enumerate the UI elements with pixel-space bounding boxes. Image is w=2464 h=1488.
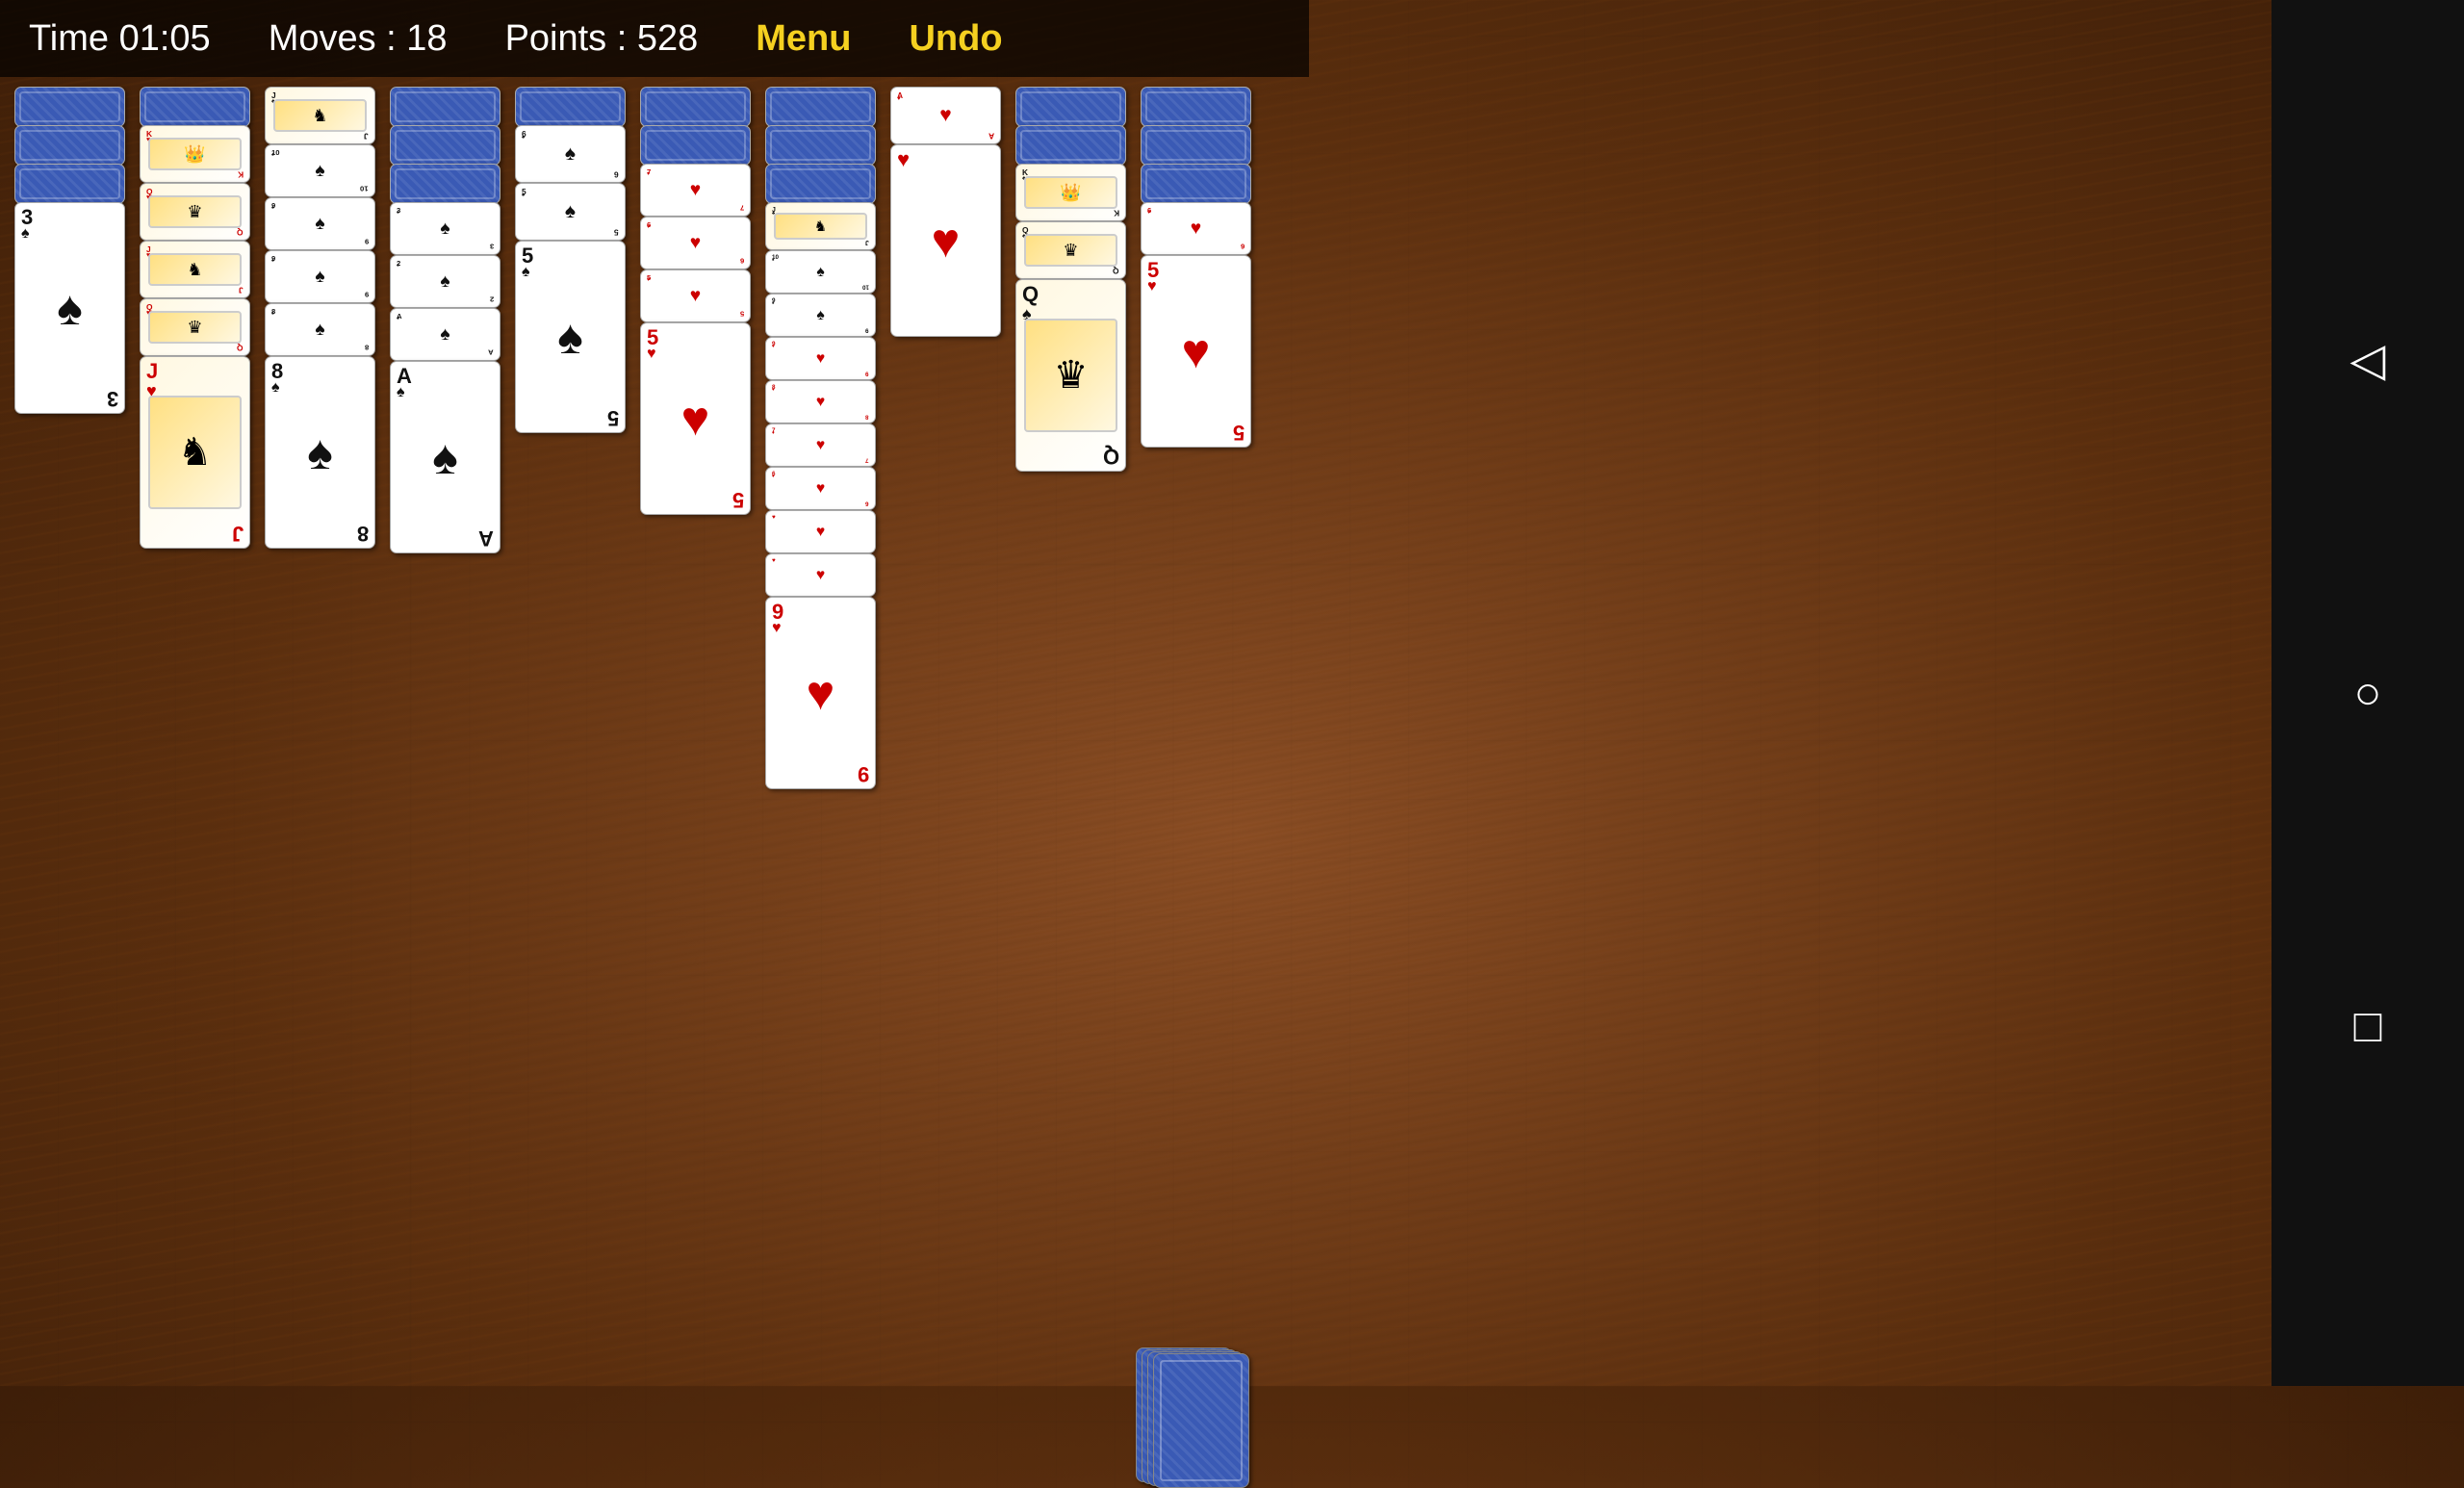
card-7-8[interactable]: 8♥♥8 [765,380,876,423]
card-1-4[interactable]: 3♠♠3 [14,202,125,414]
card-4-2[interactable] [390,125,500,166]
card-3-3[interactable]: 9♠♠9 [265,197,375,250]
card-10-5[interactable]: 5♥♥5 [1141,255,1251,448]
card-10-4[interactable]: 6♥♥6 [1141,202,1251,255]
card-2-3[interactable]: Q♥♛Q [140,183,250,241]
card-7-4[interactable]: J♠♞J [765,202,876,250]
card-9-5[interactable]: Q♠♛Q [1015,279,1126,472]
card-4-4[interactable]: 3♠♠3 [390,202,500,255]
card-7-12[interactable]: ♥♥ [765,553,876,597]
card-5-4[interactable]: 5♠♠5 [515,241,626,433]
card-8-2[interactable]: ♥♥ [890,144,1001,337]
deck-card-4[interactable] [1153,1353,1249,1488]
card-2-5[interactable]: Q♥♛Q [140,298,250,356]
card-3-2[interactable]: 10♠♠10 [265,144,375,197]
home-icon[interactable]: ○ [2354,667,2382,720]
card-5-1[interactable] [515,87,626,127]
recents-icon[interactable]: □ [2354,1000,2382,1053]
card-4-5[interactable]: 2♠♠2 [390,255,500,308]
card-5-3[interactable]: 5♠♠5 [515,183,626,241]
card-3-4[interactable]: 9♠♠9 [265,250,375,303]
card-3-1[interactable]: J♠♞J [265,87,375,144]
card-7-5[interactable]: 10♠♠10 [765,250,876,294]
card-6-5[interactable]: 5♥♥5 [640,269,751,322]
card-6-3[interactable]: 7♥♥7 [640,164,751,217]
card-7-1[interactable] [765,87,876,127]
points-display: Points : 528 [505,18,699,60]
card-4-3[interactable] [390,164,500,204]
moves-display: Moves : 18 [269,18,448,60]
card-4-6[interactable]: A♠♠A [390,308,500,361]
card-6-2[interactable] [640,125,751,166]
card-4-1[interactable] [390,87,500,127]
timer-display: Time 01:05 [29,18,211,60]
game-area: 3♠♠3K♥👑KQ♥♛QJ♥♞JQ♥♛QJ♥♞JJ♠♞J10♠♠109♠♠99♠… [0,77,1309,1386]
card-1-2[interactable] [14,125,125,166]
back-icon[interactable]: ◁ [2350,333,2386,387]
card-8-1[interactable]: A♥♥A [890,87,1001,144]
card-7-3[interactable] [765,164,876,204]
card-10-2[interactable] [1141,125,1251,166]
card-1-1[interactable] [14,87,125,127]
card-10-1[interactable] [1141,87,1251,127]
card-6-6[interactable]: 5♥♥5 [640,322,751,515]
card-5-2[interactable]: 6♠♠6 [515,125,626,183]
card-7-7[interactable]: 9♥♥9 [765,337,876,380]
card-9-1[interactable] [1015,87,1126,127]
card-6-4[interactable]: 6♥♥6 [640,217,751,269]
card-3-6[interactable]: 8♠♠8 [265,356,375,549]
header-bar: Time 01:05 Moves : 18 Points : 528 Menu … [0,0,1309,77]
card-2-4[interactable]: J♥♞J [140,241,250,298]
card-7-6[interactable]: 9♠♠9 [765,294,876,337]
undo-button[interactable]: Undo [909,18,1002,60]
card-7-10[interactable]: 6♥♥6 [765,467,876,510]
card-4-7[interactable]: A♠♠A [390,361,500,553]
card-7-13[interactable]: 9♥♥9 [765,597,876,789]
card-10-3[interactable] [1141,164,1251,204]
card-7-9[interactable]: 7♥♥7 [765,423,876,467]
card-6-1[interactable] [640,87,751,127]
card-9-4[interactable]: Q♠♛Q [1015,221,1126,279]
card-1-3[interactable] [14,164,125,204]
card-2-1[interactable] [140,87,250,127]
card-2-2[interactable]: K♥👑K [140,125,250,183]
card-3-5[interactable]: 8♠♠8 [265,303,375,356]
card-9-2[interactable] [1015,125,1126,166]
menu-button[interactable]: Menu [756,18,851,60]
card-2-6[interactable]: J♥♞J [140,356,250,549]
card-7-2[interactable] [765,125,876,166]
card-7-11[interactable]: ♥♥ [765,510,876,553]
card-9-3[interactable]: K♠👑K [1015,164,1126,221]
android-nav-panel: ◁ ○ □ [2272,0,2464,1386]
